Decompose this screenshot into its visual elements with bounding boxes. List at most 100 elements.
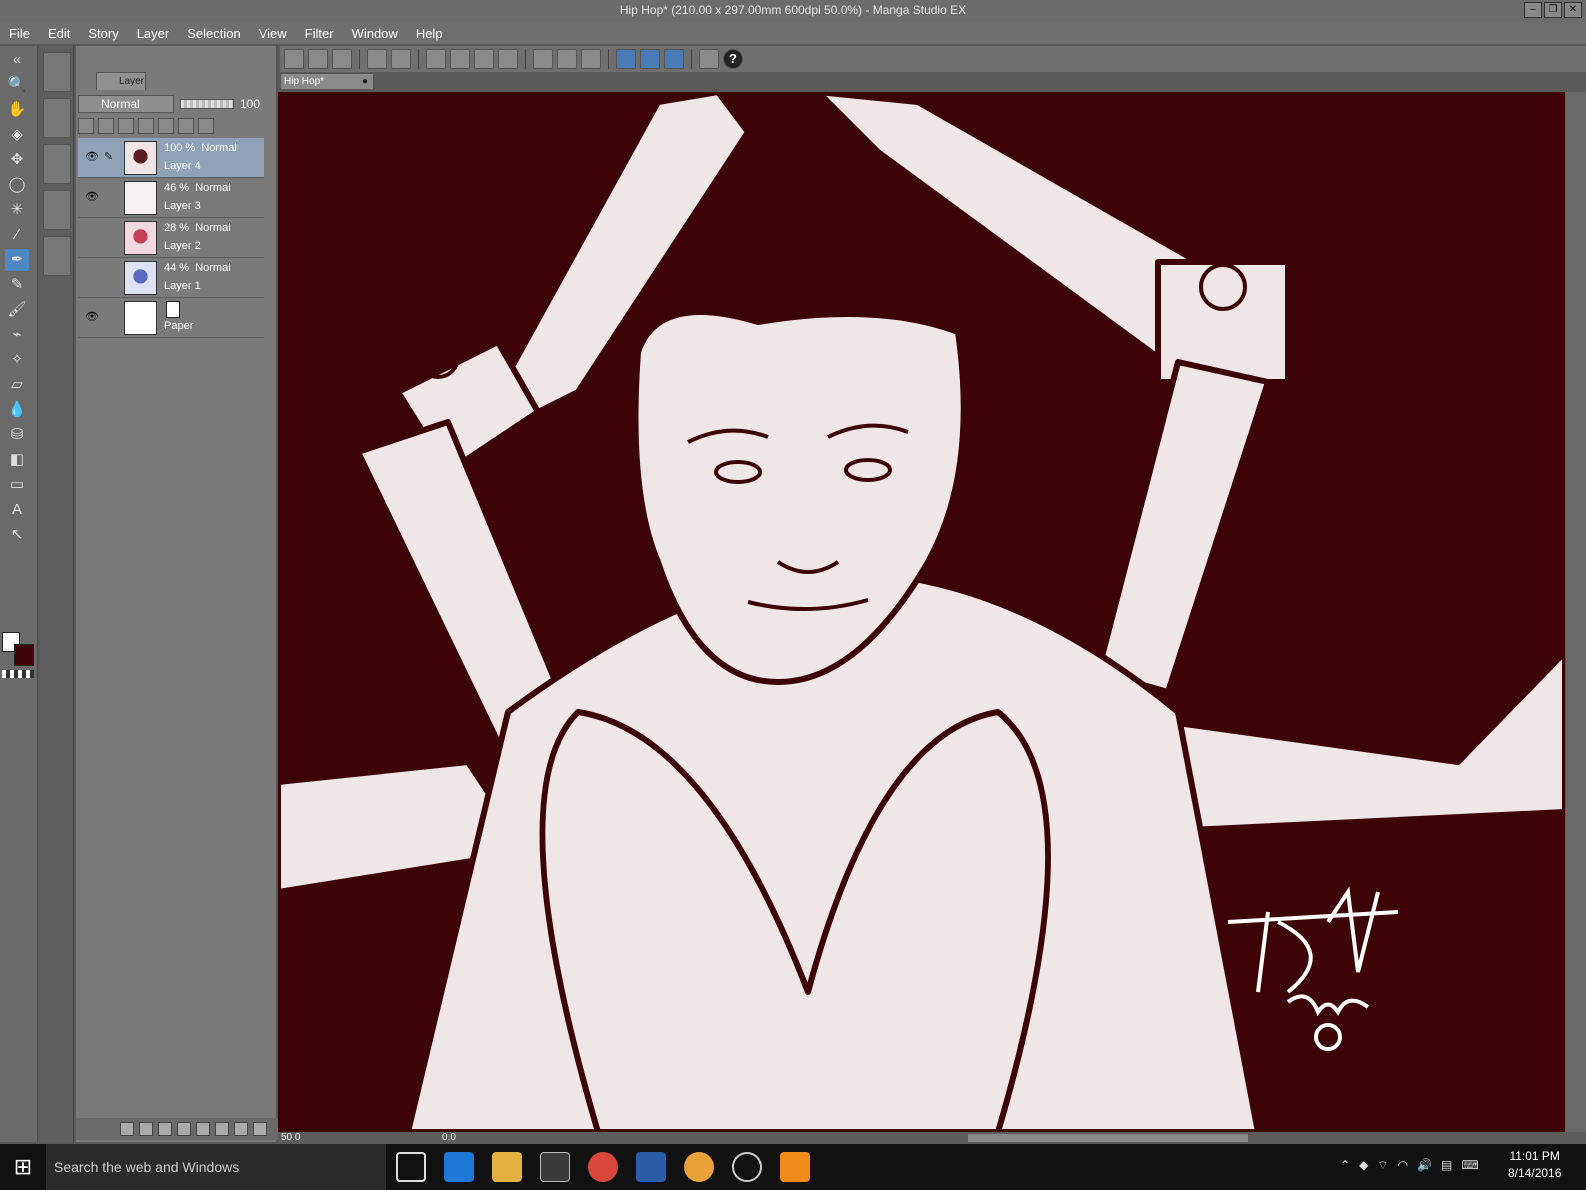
drawing-canvas[interactable] (278, 92, 1565, 1132)
chrome-icon[interactable] (588, 1152, 618, 1182)
brush-icon[interactable]: 🖌 (5, 299, 29, 321)
lock-icon[interactable] (138, 118, 154, 134)
eyedropper-icon[interactable]: ⁄ (5, 224, 29, 246)
reference-icon[interactable] (118, 118, 134, 134)
new-file-icon[interactable] (284, 49, 304, 69)
color-icon[interactable] (78, 118, 94, 134)
minimize-icon[interactable]: – (1524, 2, 1542, 18)
open-file-icon[interactable] (308, 49, 328, 69)
layer-row[interactable]: 👁 ✎ 100 % Normal Layer 4 (78, 138, 264, 178)
magic-wand-icon[interactable]: ✳ (5, 199, 29, 221)
layer-row[interactable]: 44 % Normal Layer 1 (78, 258, 264, 298)
menu-help[interactable]: Help (407, 26, 452, 41)
menu-filter[interactable]: Filter (296, 26, 343, 41)
restore-icon[interactable]: ❐ (1544, 2, 1562, 18)
pencil-icon[interactable]: ✎ (5, 274, 29, 296)
transfer-icon[interactable] (196, 1122, 210, 1136)
layer-row[interactable]: 28 % Normal Layer 2 (78, 218, 264, 258)
apply-mask-icon[interactable] (234, 1122, 248, 1136)
menu-file[interactable]: File (0, 26, 39, 41)
collapse-icon[interactable]: « (5, 49, 29, 71)
new-raster-layer-icon[interactable] (120, 1122, 134, 1136)
ruler-icon[interactable] (533, 49, 553, 69)
grid-icon[interactable] (557, 49, 577, 69)
menu-window[interactable]: Window (343, 26, 407, 41)
move-icon[interactable]: ✥ (5, 149, 29, 171)
decoration-icon[interactable]: ✧ (5, 349, 29, 371)
task-view-icon[interactable] (396, 1152, 426, 1182)
fill-icon[interactable] (474, 49, 494, 69)
pen-icon[interactable]: ✒ (5, 249, 29, 271)
layer-property-icon[interactable] (43, 236, 71, 276)
help-icon[interactable]: ? (723, 49, 743, 69)
color-wheel-icon[interactable] (43, 144, 71, 184)
eye-icon[interactable]: 👁 (84, 310, 100, 324)
guide-icon[interactable] (581, 49, 601, 69)
document-tab[interactable]: Hip Hop* ● (280, 73, 374, 90)
create-mask-icon[interactable] (215, 1122, 229, 1136)
blend-mode-select[interactable]: Normal (78, 95, 174, 113)
notification-icon[interactable]: ▤ (1441, 1158, 1452, 1173)
layer-row[interactable]: 👁 Paper (78, 298, 264, 338)
close-tab-icon[interactable]: ● (362, 74, 368, 90)
delete-layer-icon[interactable] (253, 1122, 267, 1136)
snap-grid-icon[interactable] (664, 49, 684, 69)
clock[interactable]: 11:01 PM 8/14/2016 (1508, 1148, 1561, 1182)
menu-selection[interactable]: Selection (178, 26, 249, 41)
sub-tool-icon[interactable] (43, 52, 71, 92)
fill-bucket-icon[interactable]: ⛁ (5, 424, 29, 446)
background-color-swatch[interactable] (14, 644, 34, 666)
eye-icon[interactable]: 👁 (84, 190, 100, 204)
close-icon[interactable]: ✕ (1564, 2, 1582, 18)
taskbar-search[interactable]: Search the web and Windows (46, 1144, 386, 1190)
vlc-icon[interactable] (780, 1152, 810, 1182)
zoom-icon[interactable]: 🔍 (5, 74, 29, 96)
picasa-icon[interactable] (684, 1152, 714, 1182)
menu-story[interactable]: Story (79, 26, 127, 41)
save-icon[interactable] (332, 49, 352, 69)
transparent-color-swatch[interactable] (2, 670, 34, 678)
ruler-layer-icon[interactable] (198, 118, 214, 134)
new-folder-icon[interactable] (158, 1122, 172, 1136)
window-layout-icon[interactable] (699, 49, 719, 69)
layer-panel-tab[interactable]: Layer (96, 72, 146, 90)
zoom-readout[interactable]: 50.0 (281, 1132, 300, 1143)
chevron-up-icon[interactable]: ⌃ (1340, 1158, 1350, 1173)
store-icon[interactable] (540, 1152, 570, 1182)
text-icon[interactable]: A (5, 499, 29, 521)
vertical-scrollbar[interactable] (1566, 92, 1586, 1132)
hand-icon[interactable]: ✋ (5, 99, 29, 121)
deselect-icon[interactable] (426, 49, 446, 69)
volume-icon[interactable]: 🔊 (1417, 1158, 1432, 1173)
layer-panel-icon[interactable] (43, 190, 71, 230)
gradient-icon[interactable]: ◧ (5, 449, 29, 471)
sub-tool-icon[interactable] (43, 98, 71, 138)
snap-special-ruler-icon[interactable] (640, 49, 660, 69)
mask-icon[interactable] (178, 118, 194, 134)
new-vector-layer-icon[interactable] (139, 1122, 153, 1136)
network-icon[interactable]: ⌔ (1377, 1158, 1388, 1173)
file-explorer-icon[interactable] (492, 1152, 522, 1182)
blend-icon[interactable]: 💧 (5, 399, 29, 421)
horizontal-scrollbar[interactable] (968, 1134, 1248, 1142)
wifi-icon[interactable]: ◠ (1398, 1158, 1408, 1173)
operation-icon[interactable]: ↖ (5, 524, 29, 546)
redo-icon[interactable] (391, 49, 411, 69)
dropbox-icon[interactable]: ◆ (1359, 1158, 1368, 1173)
menu-edit[interactable]: Edit (39, 26, 79, 41)
clear-icon[interactable] (450, 49, 470, 69)
obs-icon[interactable] (732, 1152, 762, 1182)
clip-icon[interactable] (98, 118, 114, 134)
merge-down-icon[interactable] (177, 1122, 191, 1136)
shape-icon[interactable]: ▭ (5, 474, 29, 496)
eye-icon[interactable]: 👁 (84, 150, 100, 164)
rotation-readout[interactable]: 0.0 (442, 1132, 456, 1144)
windows-start-icon[interactable]: ⊞ (0, 1144, 46, 1190)
transform-icon[interactable] (498, 49, 518, 69)
snap-ruler-icon[interactable] (616, 49, 636, 69)
eraser-icon[interactable]: ▱ (5, 374, 29, 396)
opacity-value[interactable]: 100 (240, 97, 260, 111)
edge-icon[interactable] (444, 1152, 474, 1182)
object-icon[interactable]: ◈ (5, 124, 29, 146)
keyboard-icon[interactable]: ⌨ (1461, 1158, 1478, 1173)
